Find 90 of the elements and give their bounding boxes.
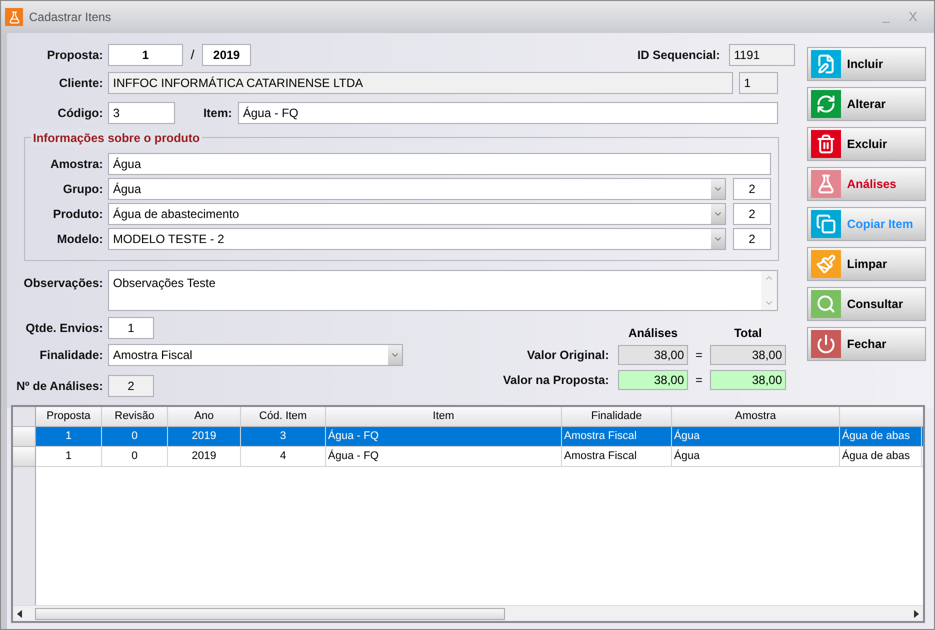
row-header[interactable]: [13, 427, 35, 447]
action-button[interactable]: Incluir: [807, 47, 926, 81]
column-header[interactable]: Finalidade: [562, 407, 672, 426]
search-icon: [816, 294, 836, 314]
column-header[interactable]: Cód. Item: [241, 407, 326, 426]
table-cell: 1: [36, 447, 102, 466]
column-header[interactable]: Ano: [168, 407, 241, 426]
code-field[interactable]: 2: [733, 228, 771, 250]
table-cell: 0: [102, 447, 168, 466]
trash-icon: [816, 134, 836, 154]
table-cell: 0: [102, 427, 168, 446]
column-header[interactable]: Amostra: [672, 407, 840, 426]
action-button[interactable]: Alterar: [807, 87, 926, 121]
proposta-label: Proposta:: [46, 47, 103, 64]
item-field[interactable]: Água - FQ: [238, 102, 778, 124]
pencil-page-icon: [816, 54, 836, 74]
column-header[interactable]: Item: [326, 407, 562, 426]
finalidade-label: Finalidade:: [38, 347, 103, 364]
id-sequencial-label: ID Sequencial:: [637, 47, 720, 64]
table-cell: Água - FQ: [326, 427, 562, 446]
action-button[interactable]: Análises: [807, 167, 926, 201]
item-label: Item:: [202, 105, 232, 122]
proposta-year-field[interactable]: 2019: [202, 44, 251, 66]
equals-sign: =: [694, 347, 704, 364]
value-label: Valor na Proposta:: [502, 372, 609, 389]
table-cell: Água: [672, 447, 840, 466]
dropdown-field[interactable]: Água de abastecimento: [108, 203, 726, 225]
code-field[interactable]: 2: [733, 178, 771, 200]
total-value-field: 38,00: [710, 370, 786, 390]
cliente-label: Cliente:: [58, 75, 103, 92]
column-heading: Análises: [627, 325, 679, 340]
text-field[interactable]: Água: [108, 153, 771, 175]
proposta-number-field[interactable]: 1: [108, 44, 183, 66]
refresh-icon: [816, 94, 836, 114]
codigo-field[interactable]: 3: [108, 102, 175, 124]
brush-icon: [816, 254, 836, 274]
table-cell: Amostra Fiscal: [562, 427, 672, 446]
power-icon: [816, 334, 836, 354]
table-cell: 2019: [168, 427, 241, 446]
table-row[interactable]: 1 0 2019 3 Água - FQ Amostra Fiscal Água Água de abas: [36, 427, 923, 447]
window-title: Cadastrar Itens: [29, 9, 112, 26]
table-cell: Água de abas: [840, 427, 922, 446]
action-button[interactable]: Fechar: [807, 327, 926, 361]
value-label: Valor Original:: [526, 347, 609, 364]
analises-value-field: 38,00: [618, 345, 688, 365]
table-row[interactable]: 1 0 2019 4 Água - FQ Amostra Fiscal Água Água de abas: [36, 447, 923, 467]
total-value-field: 38,00: [710, 345, 786, 365]
n-analises-label: Nº de Análises:: [15, 378, 103, 395]
finalidade-dropdown[interactable]: Amostra Fiscal: [108, 344, 403, 366]
scroll-thumb[interactable]: [35, 608, 505, 620]
table-cell: 2019: [168, 447, 241, 466]
dropdown-field[interactable]: MODELO TESTE - 2: [108, 228, 726, 250]
column-header[interactable]: Revisão: [102, 407, 168, 426]
app-icon: [5, 8, 23, 26]
copy-icon: [816, 214, 836, 234]
cliente-code-field: 1: [739, 72, 778, 94]
table-cell: 4: [241, 447, 326, 466]
equals-sign: =: [694, 372, 704, 389]
qtde-envios-label: Qtde. Envios:: [24, 320, 103, 336]
group-title: Informações sobre o produto: [31, 129, 202, 147]
field-label: Grupo:: [62, 181, 103, 198]
table-cell: Água - FQ: [326, 447, 562, 466]
table-cell: Água: [672, 427, 840, 446]
table-cell: Água de abas: [840, 447, 922, 466]
codigo-label: Código:: [56, 105, 103, 122]
table-cell: 1: [36, 427, 102, 446]
flask-icon: [816, 174, 836, 194]
observacoes-field[interactable]: Observações Teste: [108, 270, 778, 311]
cliente-field: INFFOC INFORMÁTICA CATARINENSE LTDA: [108, 72, 733, 94]
field-label: Modelo:: [56, 231, 103, 248]
action-button[interactable]: Excluir: [807, 127, 926, 161]
code-field[interactable]: 2: [733, 203, 771, 225]
field-label: Amostra:: [49, 156, 103, 173]
table-cell: Amostra Fiscal: [562, 447, 672, 466]
id-sequencial-field: 1191: [729, 44, 795, 66]
observacoes-label: Observações:: [22, 275, 103, 292]
row-header[interactable]: [13, 447, 35, 467]
table-cell: 3: [241, 427, 326, 446]
column-heading: Total: [733, 325, 763, 340]
analises-value-field: 38,00: [618, 370, 688, 390]
column-header[interactable]: Proposta: [36, 407, 102, 426]
action-button[interactable]: Consultar: [807, 287, 926, 321]
horizontal-scrollbar[interactable]: [13, 605, 923, 621]
qtde-envios-field[interactable]: 1: [108, 316, 154, 338]
scrollbar[interactable]: [761, 271, 777, 310]
n-analises-field: 2: [108, 375, 154, 397]
dropdown-field[interactable]: Água: [108, 178, 726, 200]
field-label: Produto:: [52, 206, 103, 223]
separator-text: /: [190, 46, 196, 64]
action-button[interactable]: Limpar: [807, 247, 926, 281]
